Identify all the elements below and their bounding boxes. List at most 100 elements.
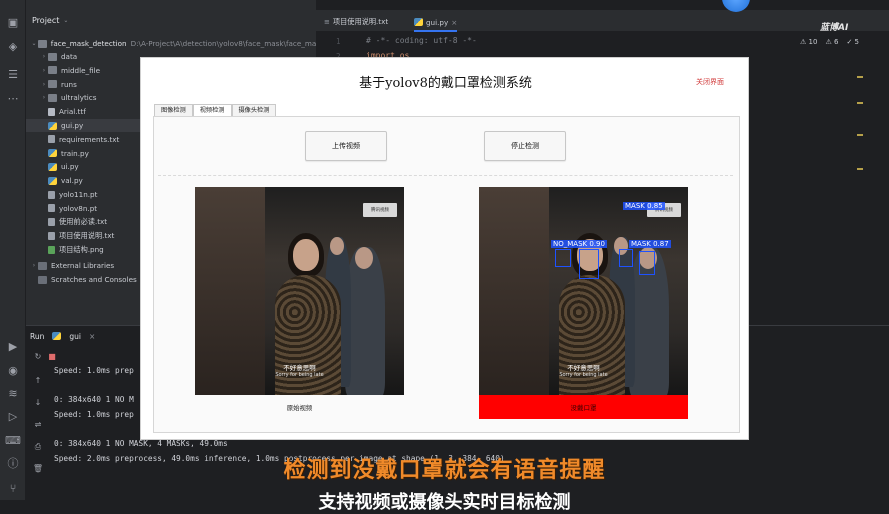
chevron-right-icon[interactable]: › bbox=[40, 53, 48, 60]
video-subtitle-en: Sorry for being late bbox=[275, 372, 324, 378]
png-file-icon bbox=[48, 245, 55, 254]
line-number: 1 bbox=[336, 37, 341, 46]
video-subtitle: 不好意思啊 bbox=[567, 364, 600, 372]
folder-icon bbox=[37, 39, 47, 48]
tab-gui-py[interactable]: gui.py × bbox=[414, 14, 458, 32]
typo-count: ✓ 5 bbox=[846, 38, 859, 46]
chevron-right-icon[interactable]: › bbox=[40, 67, 48, 74]
original-video-frame: 腾讯视频 不好意思啊 Sorry for being late bbox=[195, 187, 404, 395]
ttf-file-icon bbox=[48, 107, 55, 116]
upload-video-button[interactable]: 上传视频 bbox=[305, 131, 387, 161]
tree-item-label: yolov8n.pt bbox=[59, 203, 98, 213]
tab-label: 项目使用说明.txt bbox=[332, 17, 389, 26]
play-tool-icon[interactable]: ▷ bbox=[4, 408, 22, 424]
chevron-down-icon[interactable]: ⌄ bbox=[30, 40, 38, 47]
close-interface-button[interactable]: 关闭界面 bbox=[696, 77, 724, 87]
py-file-icon bbox=[48, 121, 57, 130]
result-video-frame: 腾讯视频 MASK 0.85 NO_MASK 0.90 MASK 0.87 不好… bbox=[479, 187, 688, 395]
scratches-icon bbox=[38, 275, 47, 284]
folder-file-icon bbox=[48, 80, 57, 89]
chevron-right-icon[interactable]: › bbox=[30, 262, 38, 269]
app-tab-bar: 图像检测 视频检测 摄像头检测 bbox=[154, 104, 277, 117]
text-file-icon: ≡ bbox=[324, 18, 330, 26]
close-icon[interactable]: × bbox=[451, 18, 457, 27]
project-panel-header[interactable]: Project ⌄ bbox=[26, 10, 316, 30]
txt-file-icon bbox=[48, 190, 55, 199]
original-video-caption: 原始视频 bbox=[286, 404, 313, 412]
py-file-icon bbox=[48, 176, 57, 185]
external-libraries-label: External Libraries bbox=[51, 261, 115, 270]
tree-item-label: requirements.txt bbox=[59, 134, 120, 144]
txt-file-icon bbox=[48, 218, 55, 227]
stop-icon[interactable]: ■ bbox=[46, 352, 58, 364]
tree-item-label: gui.py bbox=[61, 121, 84, 130]
tree-item-label: data bbox=[61, 52, 78, 61]
editor-tab-bar: ≡ 项目使用说明.txt gui.py × bbox=[316, 10, 889, 32]
chevron-right-icon[interactable]: › bbox=[40, 81, 48, 88]
app-title: 基于yolov8的戴口罩检测系统 bbox=[359, 76, 532, 91]
terminal-tool-icon[interactable]: ⌨ bbox=[4, 432, 22, 448]
detection-box bbox=[579, 249, 599, 279]
scroll-up-icon[interactable]: ↑ bbox=[32, 376, 44, 388]
detection-label: NO_MASK 0.90 bbox=[551, 240, 607, 248]
video-detection-pane: 上传视频 停止检测 腾讯视频 不好意思啊 Sorry for being lat… bbox=[153, 116, 740, 433]
tree-item-label: ultralytics bbox=[61, 93, 97, 103]
video-caption-secondary: 支持视频或摄像头实时目标检测 bbox=[318, 492, 571, 513]
more-tools-icon[interactable]: ⋯ bbox=[4, 90, 22, 106]
alert-status-bar: 没戴口罩 bbox=[479, 395, 688, 419]
tree-item-label: 使用前必读.txt bbox=[59, 217, 108, 227]
detection-label: MASK 0.85 bbox=[623, 202, 665, 210]
stop-detection-button[interactable]: 停止检测 bbox=[484, 131, 566, 161]
inspection-widget[interactable]: ⚠ 10 ⚠ 6 ✓ 5 bbox=[800, 38, 859, 46]
structure-tool-icon[interactable]: ☰ bbox=[4, 66, 22, 82]
library-icon bbox=[38, 261, 47, 270]
divider bbox=[158, 175, 733, 176]
layers-tool-icon[interactable]: ≋ bbox=[4, 385, 22, 401]
root-folder-path: D:\A-Project\A\detection\yolov8\face_mas… bbox=[130, 39, 320, 48]
video-subtitle-en: Sorry for being late bbox=[559, 372, 608, 378]
chevron-right-icon[interactable]: › bbox=[40, 94, 48, 101]
folder-file-icon bbox=[48, 52, 57, 61]
python-run-config-icon bbox=[52, 332, 62, 340]
project-tool-icon[interactable]: ▣ bbox=[4, 14, 22, 30]
gutter-marker bbox=[857, 76, 863, 78]
tree-root[interactable]: ⌄ face_mask_detection D:\A-Project\A\det… bbox=[26, 37, 320, 50]
tree-item-label: train.py bbox=[61, 148, 89, 158]
gutter-marker bbox=[857, 134, 863, 136]
commit-tool-icon[interactable]: ◈ bbox=[4, 38, 22, 54]
txt-file-icon bbox=[48, 204, 55, 213]
channel-logo: 腾讯视频 bbox=[363, 203, 397, 217]
gutter-marker bbox=[857, 102, 863, 104]
tree-item-label: runs bbox=[61, 79, 77, 89]
tab-readme[interactable]: ≡ 项目使用说明.txt bbox=[324, 14, 388, 30]
python-packages-icon[interactable]: ◉ bbox=[4, 362, 22, 378]
rerun-icon[interactable]: ↻ bbox=[32, 352, 44, 364]
root-folder-name: face_mask_detection bbox=[50, 39, 127, 48]
warning-count: ⚠ 10 bbox=[800, 38, 818, 46]
watermark: 蓝博AI bbox=[820, 23, 849, 33]
project-panel-title: Project bbox=[32, 15, 60, 25]
py-file-icon bbox=[48, 162, 57, 171]
folder-file-icon bbox=[48, 93, 57, 102]
chevron-down-icon[interactable]: ⌄ bbox=[63, 17, 68, 24]
soft-wrap-icon[interactable]: ⇌ bbox=[32, 420, 44, 432]
tree-item-label: middle_file bbox=[61, 65, 101, 75]
run-config-name[interactable]: gui bbox=[69, 332, 81, 341]
close-icon[interactable]: × bbox=[89, 332, 95, 341]
folder-file-icon bbox=[48, 66, 57, 75]
run-tool-icon[interactable]: ▶ bbox=[4, 338, 22, 354]
tab-label: gui.py bbox=[426, 17, 449, 27]
scratches-label: Scratches and Consoles bbox=[51, 275, 137, 284]
tool-window-strip: ▣ ◈ ☰ ⋯ ▶ ◉ ≋ ▷ ⌨ ⓘ ⑂ bbox=[0, 0, 26, 500]
python-file-icon bbox=[414, 18, 423, 26]
alert-status-label: 没戴口罩 bbox=[570, 404, 597, 412]
video-subtitle: 不好意思啊 bbox=[283, 364, 316, 372]
txt-file-icon bbox=[48, 231, 55, 240]
video-caption: 检测到没戴口罩就会有语音提醒 bbox=[283, 458, 606, 483]
detection-label: MASK 0.87 bbox=[629, 240, 671, 248]
tree-item-label: ui.py bbox=[61, 162, 79, 172]
detection-box bbox=[555, 249, 571, 267]
code-line: # -*- coding: utf-8 -*- bbox=[366, 36, 477, 45]
tree-item-label: val.py bbox=[61, 176, 83, 186]
scroll-down-icon[interactable]: ↓ bbox=[32, 398, 44, 410]
